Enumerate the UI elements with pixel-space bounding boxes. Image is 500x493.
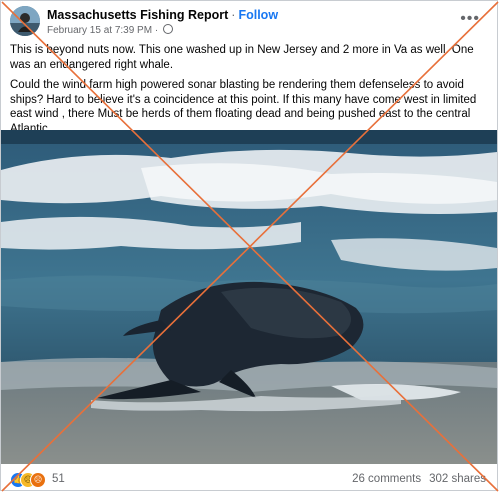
author-name[interactable]: Massachusetts Fishing Report [47, 8, 228, 22]
reaction-count[interactable]: 51 [52, 473, 65, 485]
meta-separator: · [154, 25, 159, 36]
post-paragraph: This is beyond nuts now. This one washed… [10, 44, 474, 71]
engagement-counts: 26 comments 302 shares [344, 473, 486, 485]
post-photo[interactable] [1, 130, 497, 464]
shares-count[interactable]: 302 shares [429, 473, 486, 485]
comments-count[interactable]: 26 comments [352, 473, 421, 485]
angry-icon: ☹ [30, 472, 46, 488]
post-timestamp[interactable]: February 15 at 7:39 PM [47, 25, 152, 36]
post-paragraph: Could the wind farm high powered sonar b… [10, 79, 477, 135]
avatar[interactable] [10, 6, 40, 36]
post-text: This is beyond nuts now. This one washed… [10, 43, 492, 142]
post-meta: February 15 at 7:39 PM · [47, 24, 173, 36]
post-footer: 👍 ☹ ☹ 51 26 comments 302 shares [0, 468, 498, 490]
separator: · [231, 8, 236, 22]
follow-button[interactable]: Follow [238, 8, 278, 22]
author-line: Massachusetts Fishing Report · Follow [47, 8, 278, 22]
globe-icon [162, 24, 173, 34]
more-horizontal-icon[interactable]: ••• [460, 11, 480, 27]
post-header: Massachusetts Fishing Report · Follow Febr… [10, 6, 492, 38]
